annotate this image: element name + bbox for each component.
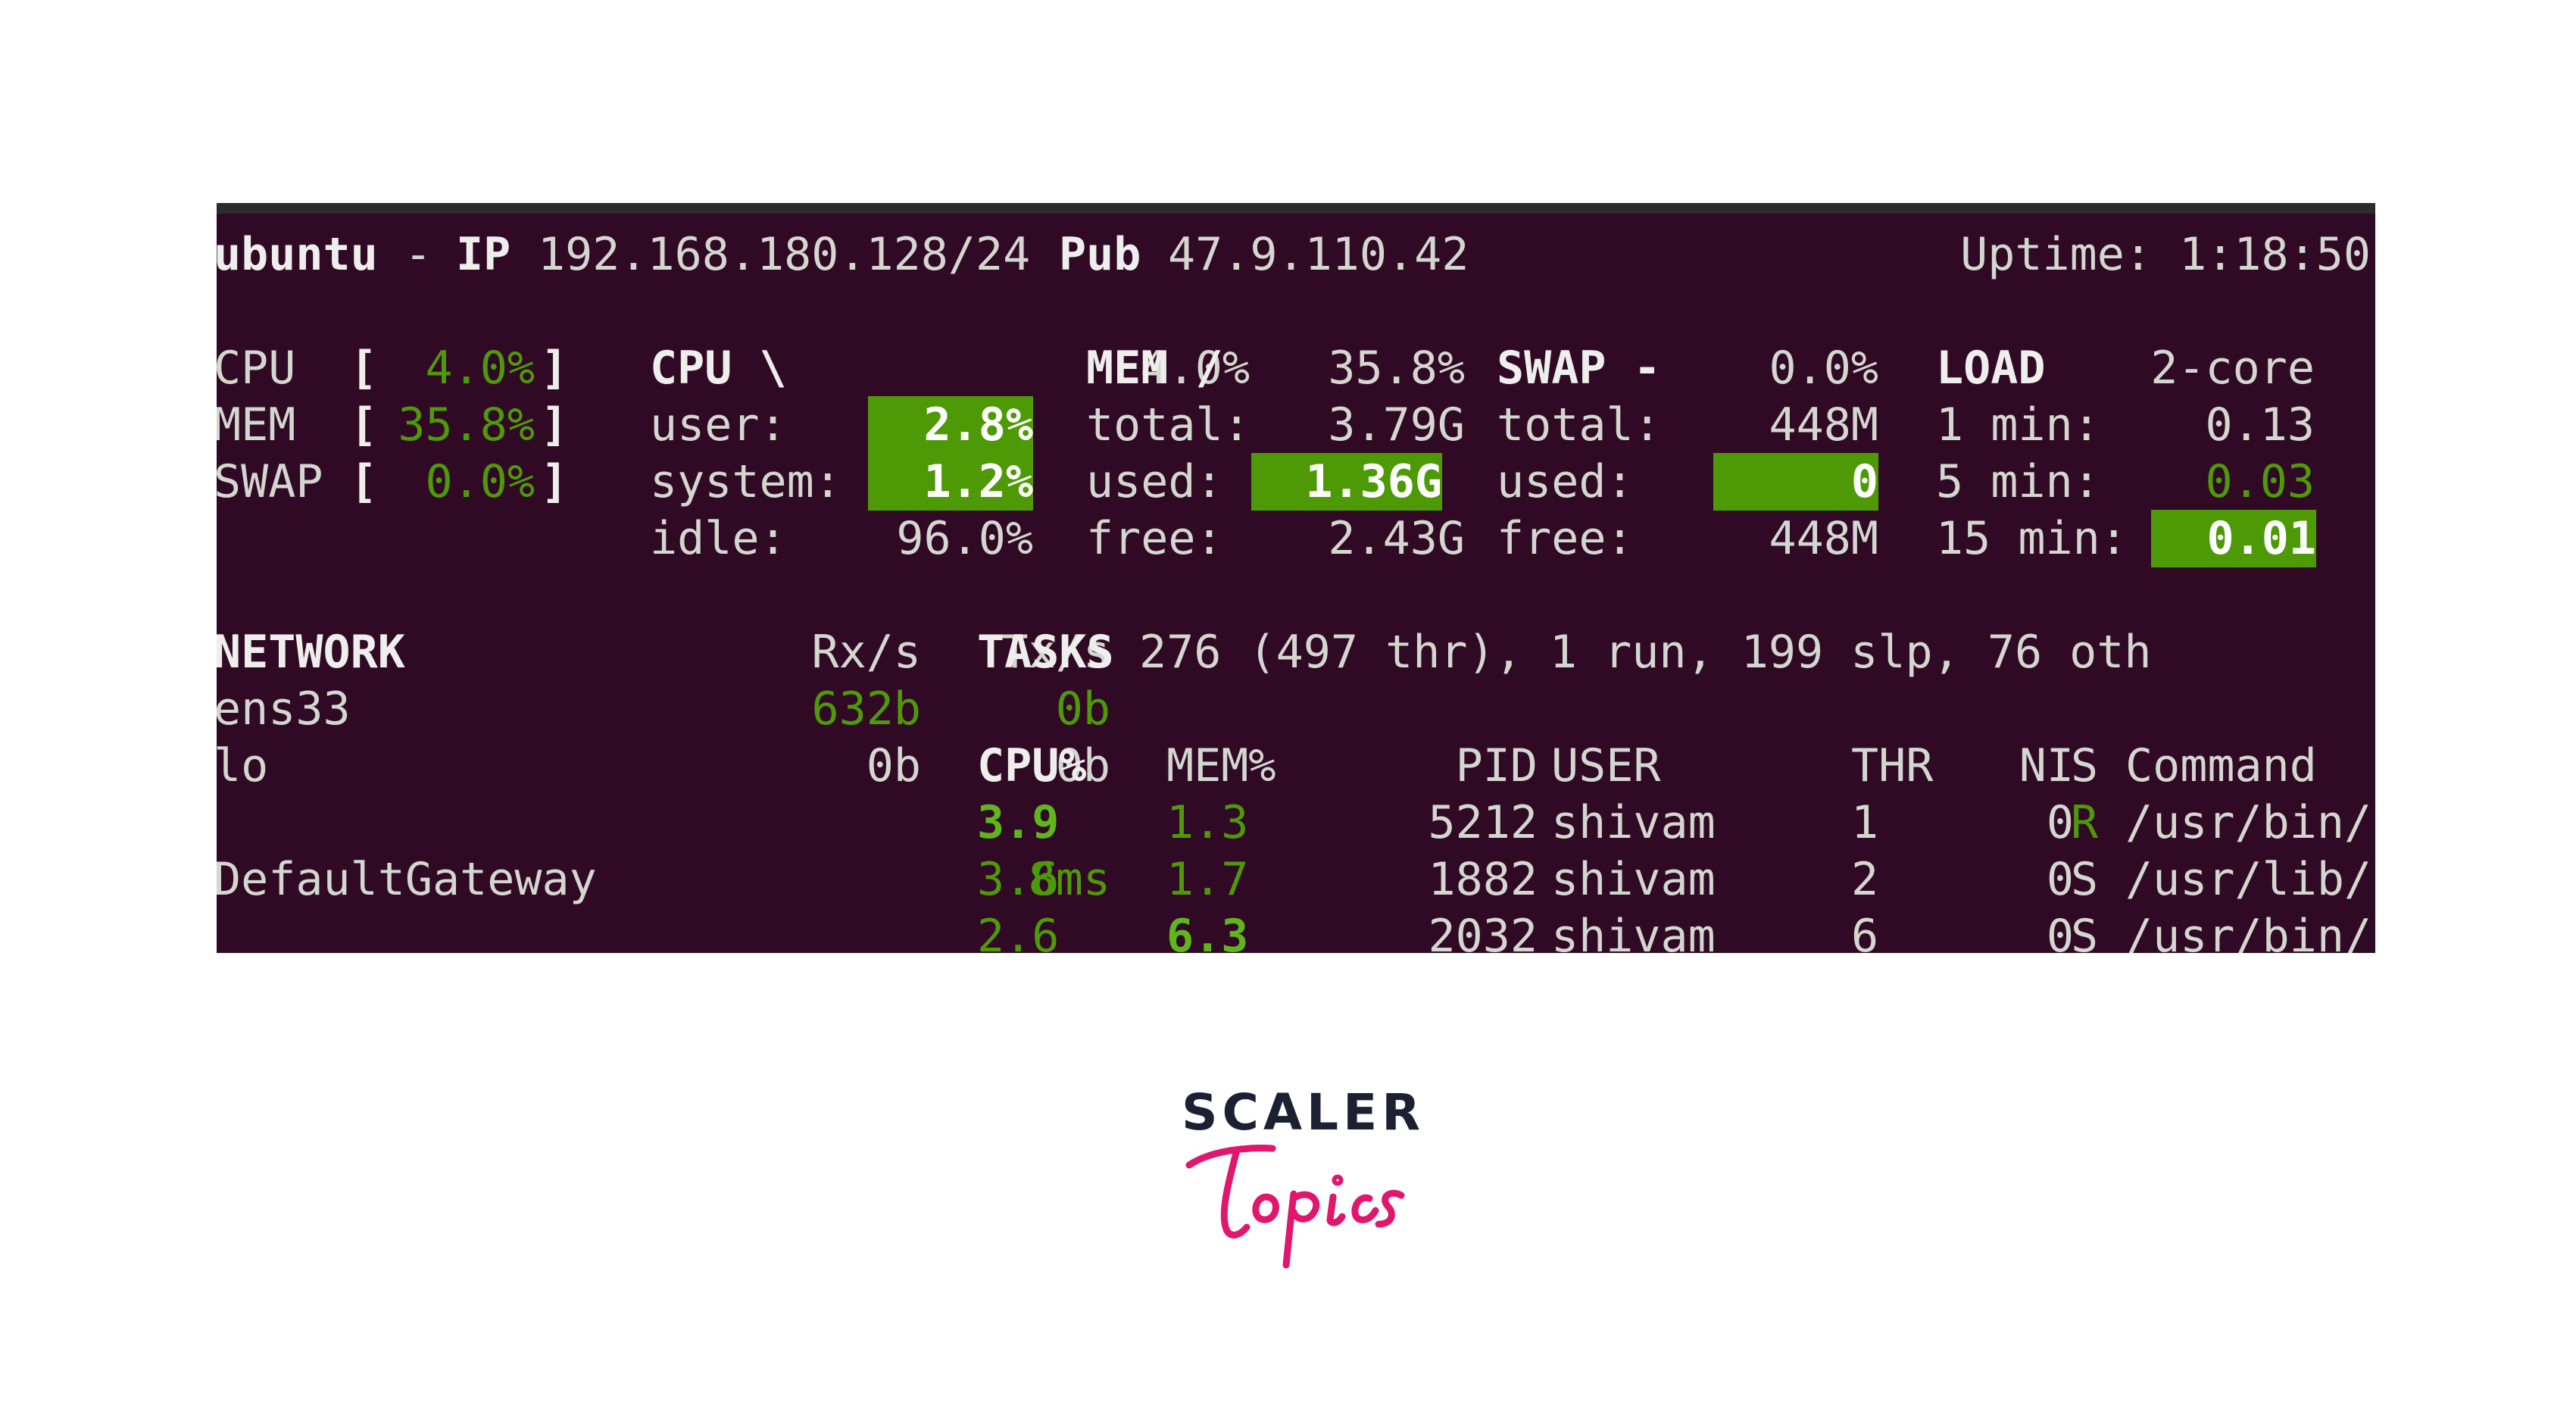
swap-title: SWAP - bbox=[1497, 342, 1661, 395]
mem-used-label: used: bbox=[1086, 455, 1223, 508]
process-status: R bbox=[2071, 796, 2099, 849]
public-ip-address: 47.9.110.42 bbox=[1168, 228, 1469, 281]
cpu-idle-label: idle: bbox=[650, 512, 787, 565]
scaler-topics-logo: SCALER bbox=[1182, 1083, 1420, 1273]
load-5min-value: 0.03 bbox=[2205, 455, 2315, 508]
ip-label: IP bbox=[456, 228, 511, 281]
load-title: LOAD bbox=[1936, 342, 2046, 395]
header-separator: - bbox=[404, 228, 432, 281]
process-mem: 1.3 bbox=[1166, 796, 1249, 849]
cpu-user-value: 2.8% bbox=[868, 396, 1033, 454]
process-threads: 1 bbox=[1851, 796, 1879, 849]
mem-used-value: 1.36G bbox=[1251, 453, 1442, 511]
load-cores: 2-core bbox=[2150, 342, 2315, 395]
mem-total-value: 3.79G bbox=[1328, 398, 1465, 451]
network-interface-name: ens33 bbox=[217, 683, 351, 736]
process-pid: 5212 bbox=[1428, 796, 1538, 849]
load-15min-value: 0.01 bbox=[2151, 510, 2316, 567]
quicklook-bracket-close: ] bbox=[541, 455, 569, 508]
quicklook-swap-value: 0.0% bbox=[425, 455, 535, 508]
process-status: S bbox=[2071, 853, 2099, 906]
public-ip-label: Pub bbox=[1059, 228, 1141, 281]
quicklook-bracket-close: ] bbox=[541, 342, 569, 395]
process-header-thr[interactable]: THR bbox=[1851, 737, 1933, 795]
process-header-cpu[interactable]: CPU% bbox=[977, 737, 1087, 795]
process-nice: 0 bbox=[2046, 796, 2074, 849]
quicklook-bracket-open: [ bbox=[350, 398, 378, 451]
tasks-summary: 276 (497 thr), 1 run, 199 slp, 76 oth bbox=[1139, 626, 2152, 679]
ip-address: 192.168.180.128/24 bbox=[538, 228, 1031, 281]
cpu-user-label: user: bbox=[650, 398, 787, 451]
logo-topics-script bbox=[1185, 1145, 1405, 1269]
swap-used-value: 0 bbox=[1713, 453, 1878, 511]
quicklook-swap-label: SWAP bbox=[217, 455, 323, 508]
network-interface-rx: 0b bbox=[866, 739, 921, 792]
load-1min-value: 0.13 bbox=[2205, 398, 2315, 451]
process-cpu: 3.6 bbox=[977, 853, 1060, 906]
process-header-pid[interactable]: PID bbox=[1353, 737, 1538, 795]
quicklook-bracket-close: ] bbox=[541, 398, 569, 451]
quicklook-bracket-open: [ bbox=[350, 342, 378, 395]
quicklook-mem-value: 35.8% bbox=[398, 398, 535, 451]
process-threads: 2 bbox=[1851, 853, 1879, 906]
swap-free-value: 448M bbox=[1769, 512, 1879, 565]
process-command: /usr/lib/ bbox=[2125, 853, 2372, 906]
swap-total-value: 448M bbox=[1769, 398, 1879, 451]
process-mem: 6.3 bbox=[1166, 910, 1249, 953]
process-user: shivam bbox=[1551, 796, 1716, 849]
process-nice: 0 bbox=[2046, 853, 2074, 906]
network-rx-header: Rx/s bbox=[811, 626, 922, 679]
tasks-title: TASKS bbox=[977, 626, 1114, 679]
mem-free-value: 2.43G bbox=[1328, 512, 1465, 565]
process-cpu: 3.9 bbox=[977, 796, 1060, 849]
cpu-idle-value: 96.0% bbox=[896, 512, 1033, 565]
swap-percent: 0.0% bbox=[1769, 342, 1879, 395]
process-cpu: 2.6 bbox=[977, 910, 1060, 953]
quicklook-bracket-open: [ bbox=[350, 455, 378, 508]
load-1min-label: 1 min: bbox=[1936, 398, 2100, 451]
mem-title: MEM / bbox=[1086, 342, 1223, 395]
process-status: S bbox=[2071, 910, 2099, 953]
process-header-status[interactable]: S bbox=[2071, 737, 2098, 795]
process-nice: 0 bbox=[2046, 910, 2074, 953]
load-5min-label: 5 min: bbox=[1936, 455, 2100, 508]
swap-free-label: free: bbox=[1497, 512, 1634, 565]
process-header-ni[interactable]: NI bbox=[1989, 737, 2074, 795]
process-pid: 2032 bbox=[1428, 910, 1538, 953]
process-command: /usr/bin/ bbox=[2125, 910, 2372, 953]
process-header-mem[interactable]: MEM% bbox=[1166, 737, 1276, 795]
network-interface-name: lo bbox=[217, 739, 269, 792]
mem-percent: 35.8% bbox=[1328, 342, 1465, 395]
default-gateway-label: DefaultGateway bbox=[217, 853, 597, 906]
swap-used-label: used: bbox=[1497, 455, 1634, 508]
quicklook-cpu-label: CPU bbox=[217, 342, 296, 395]
terminal-window: ubuntu - IP 192.168.180.128/24 Pub 47.9.… bbox=[217, 203, 2375, 953]
process-header-command[interactable]: Command bbox=[2125, 737, 2317, 795]
quicklook-mem-label: MEM bbox=[217, 398, 296, 451]
process-command: /usr/bin/ bbox=[2125, 796, 2372, 849]
hostname: ubuntu bbox=[217, 228, 378, 281]
process-threads: 6 bbox=[1851, 910, 1879, 953]
network-title: NETWORK bbox=[217, 626, 405, 679]
cpu-system-value: 1.2% bbox=[868, 453, 1033, 511]
load-15min-label: 15 min: bbox=[1936, 512, 2128, 565]
network-interface-tx: 0b bbox=[1055, 683, 1110, 736]
cpu-system-label: system: bbox=[650, 455, 841, 508]
mem-total-label: total: bbox=[1086, 398, 1251, 451]
quicklook-cpu-value: 4.0% bbox=[425, 342, 535, 395]
process-pid: 1882 bbox=[1428, 853, 1538, 906]
swap-total-label: total: bbox=[1497, 398, 1661, 451]
process-user: shivam bbox=[1551, 910, 1716, 953]
cpu-title: CPU \ bbox=[650, 342, 787, 395]
process-mem: 1.7 bbox=[1166, 853, 1249, 906]
process-user: shivam bbox=[1551, 853, 1716, 906]
process-header-user[interactable]: USER bbox=[1551, 737, 1661, 795]
uptime: Uptime: 1:18:50 bbox=[1960, 228, 2371, 281]
mem-free-label: free: bbox=[1086, 512, 1223, 565]
network-interface-rx: 632b bbox=[811, 683, 922, 736]
